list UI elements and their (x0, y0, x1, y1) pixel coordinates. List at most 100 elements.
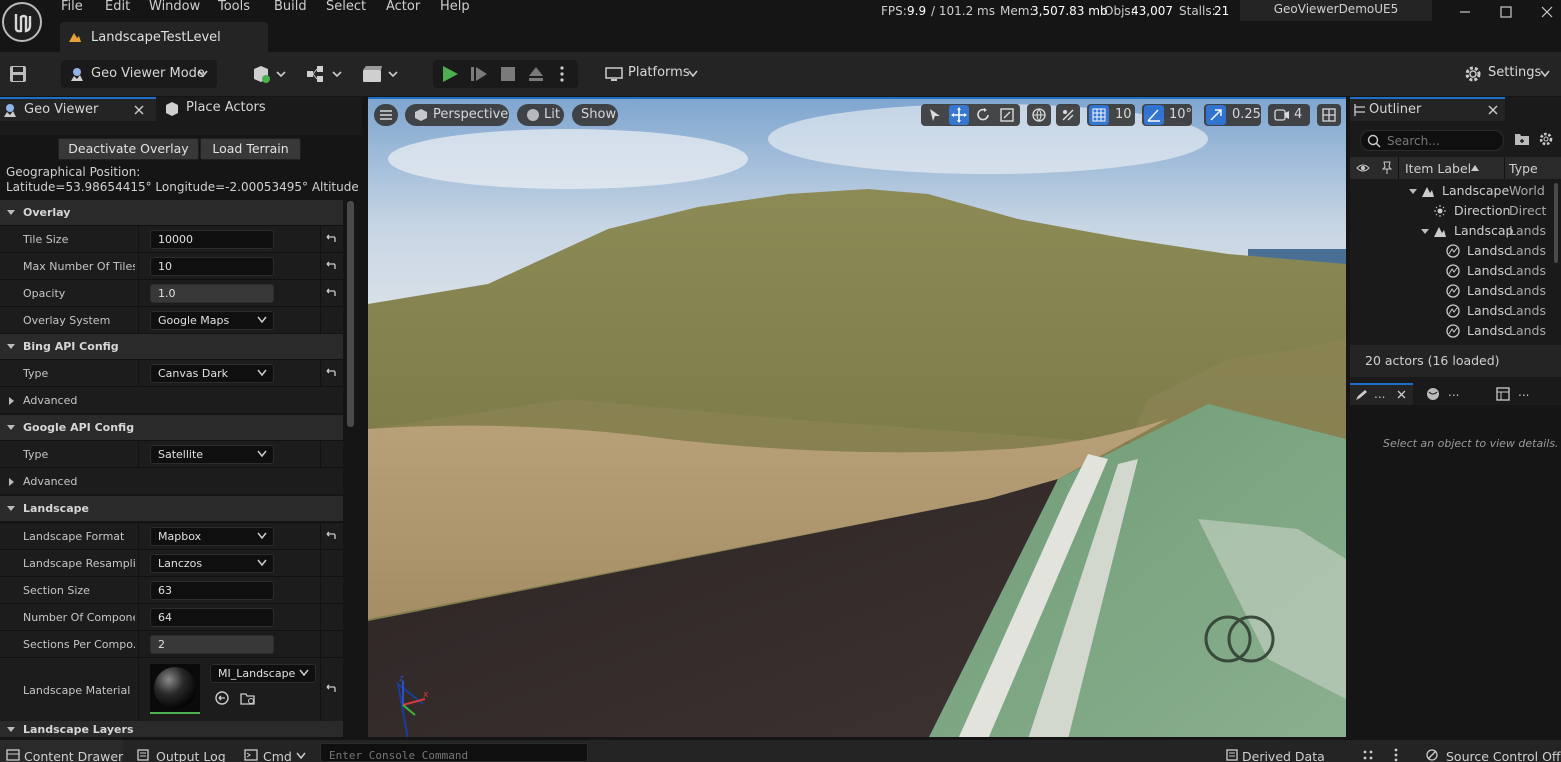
deactivate-overlay-button[interactable]: Deactivate Overlay (58, 138, 199, 160)
viewport-layout-button[interactable] (1317, 104, 1341, 126)
max-tiles-field[interactable]: 10 (150, 257, 274, 276)
outliner-row[interactable]: Landsc Lands (1350, 281, 1561, 301)
menu-tools[interactable]: Tools (218, 0, 250, 14)
outliner-row[interactable]: Landscape World (1350, 181, 1561, 201)
minimize-icon[interactable] (1456, 4, 1474, 20)
world-local-button[interactable] (1027, 104, 1051, 126)
tab-outliner[interactable]: Outliner (1350, 97, 1505, 121)
derived-data-button[interactable]: Derived Data (1212, 740, 1352, 762)
close-tab-icon[interactable] (1397, 390, 1406, 399)
bing-type-dropdown[interactable]: Canvas Dark (150, 364, 274, 383)
section-bing-api-config[interactable]: Bing API Config (0, 334, 343, 359)
material-thumbnail[interactable] (150, 664, 200, 714)
menu-build[interactable]: Build (274, 0, 307, 14)
tab-details[interactable]: ... (1350, 383, 1413, 405)
menu-help[interactable]: Help (440, 0, 470, 14)
settings-button[interactable]: Settings (1488, 65, 1541, 80)
grid-snap-button[interactable]: 10 (1087, 104, 1135, 126)
col-type[interactable]: Type (1509, 161, 1538, 176)
outliner-row[interactable]: Landsc Lands (1350, 321, 1561, 341)
viewport-menu-button[interactable] (374, 104, 398, 126)
source-control-button[interactable]: Source Control Off (1446, 749, 1561, 762)
google-type-dropdown[interactable]: Satellite (150, 445, 274, 464)
step-icon[interactable] (470, 65, 488, 83)
outliner-scrollbar[interactable] (1554, 183, 1558, 263)
new-folder-icon[interactable] (1514, 132, 1530, 146)
google-advanced-row[interactable]: Advanced (0, 467, 343, 494)
show-button[interactable]: Show (572, 104, 618, 126)
level-viewport[interactable]: Perspective Lit Show 10 10° 0.25 4 zx (368, 97, 1346, 737)
outliner-row[interactable]: Direction Direct (1350, 201, 1561, 221)
cmd-dropdown[interactable]: Cmd (233, 740, 317, 762)
translate-icon[interactable] (949, 105, 969, 125)
browse-folder-icon[interactable] (240, 691, 256, 705)
more-options-icon[interactable] (558, 65, 566, 83)
reset-arrow-icon[interactable] (324, 288, 336, 298)
outliner-row[interactable]: Landscap Lands (1350, 221, 1561, 241)
camera-speed-button[interactable]: 4 (1268, 104, 1310, 126)
mode-selector-button[interactable]: Geo Viewer Mode (61, 60, 217, 88)
menu-actor[interactable]: Actor (386, 0, 420, 14)
reset-arrow-icon[interactable] (324, 368, 336, 378)
reset-arrow-icon[interactable] (324, 261, 336, 271)
section-overlay[interactable]: Overlay (0, 200, 343, 225)
scale-snap-button[interactable]: 0.25 (1204, 104, 1261, 126)
landscape-format-dropdown[interactable]: Mapbox (150, 527, 274, 546)
add-actor-icon[interactable] (251, 64, 287, 84)
close-tab-icon[interactable] (134, 105, 144, 115)
revision-control-icon[interactable] (1362, 749, 1376, 761)
level-tab[interactable]: LandscapeTestLevel (60, 22, 268, 52)
outliner-row[interactable]: Landsc Lands (1350, 301, 1561, 321)
load-terrain-button[interactable]: Load Terrain (200, 138, 301, 160)
bing-advanced-row[interactable]: Advanced (0, 386, 343, 413)
sections-per-component-field[interactable]: 2 (150, 635, 274, 654)
outliner-row[interactable]: Landsc Lands (1350, 261, 1561, 281)
details-scrollbar[interactable] (347, 201, 354, 427)
settings-gear-icon[interactable] (1463, 64, 1483, 84)
outliner-row[interactable]: Landsc Lands (1350, 241, 1561, 261)
output-log-button[interactable]: Output Log (126, 740, 226, 762)
material-dropdown[interactable]: MI_Landscape (210, 664, 316, 683)
eject-icon[interactable] (527, 65, 545, 83)
reset-arrow-icon[interactable] (324, 234, 336, 244)
platforms-button[interactable]: Platforms (628, 65, 690, 80)
tile-size-field[interactable]: 10000 (150, 230, 274, 249)
world-settings-icon[interactable] (1426, 387, 1440, 401)
pin-icon[interactable] (1382, 161, 1392, 175)
overlay-system-dropdown[interactable]: Google Maps (150, 311, 274, 330)
more-options-icon[interactable] (1393, 748, 1399, 762)
blueprint-icon[interactable] (305, 64, 343, 84)
section-size-field[interactable]: 63 (150, 581, 274, 600)
stop-icon[interactable] (499, 65, 517, 83)
content-drawer-button[interactable]: Content Drawer (0, 740, 123, 762)
use-selected-icon[interactable] (215, 691, 229, 705)
visibility-eye-icon[interactable] (1356, 162, 1370, 174)
save-icon[interactable] (9, 65, 27, 83)
close-tab-icon[interactable] (1488, 105, 1498, 115)
close-window-icon[interactable] (1538, 4, 1556, 20)
layers-icon[interactable] (1496, 387, 1510, 401)
rotate-icon[interactable] (976, 108, 990, 122)
num-components-field[interactable]: 64 (150, 608, 274, 627)
tab-geo-viewer[interactable]: Geo Viewer (0, 97, 156, 121)
menu-file[interactable]: File (61, 0, 83, 14)
lit-button[interactable]: Lit (517, 104, 564, 126)
section-landscape-layers[interactable]: Landscape Layers (0, 721, 343, 737)
outliner-search-input[interactable]: Search... (1360, 130, 1504, 151)
console-command-input[interactable]: Enter Console Command (320, 743, 588, 762)
reset-arrow-icon[interactable] (324, 684, 336, 694)
col-item-label[interactable]: Item Label (1405, 161, 1471, 176)
opacity-field[interactable]: 1.0 (150, 284, 274, 303)
play-icon[interactable] (441, 65, 459, 83)
section-landscape[interactable]: Landscape (0, 496, 343, 521)
menu-window[interactable]: Window (149, 0, 200, 14)
tab-place-actors[interactable]: Place Actors (158, 97, 338, 121)
section-google-api-config[interactable]: Google API Config (0, 415, 343, 440)
outliner-settings-gear-icon[interactable] (1538, 131, 1554, 147)
menu-select[interactable]: Select (326, 0, 366, 14)
select-cursor-icon[interactable] (928, 108, 942, 122)
unreal-logo-icon[interactable] (2, 2, 42, 42)
scale-icon[interactable] (1000, 108, 1014, 122)
maximize-icon[interactable] (1497, 4, 1515, 20)
reset-arrow-icon[interactable] (324, 531, 336, 541)
